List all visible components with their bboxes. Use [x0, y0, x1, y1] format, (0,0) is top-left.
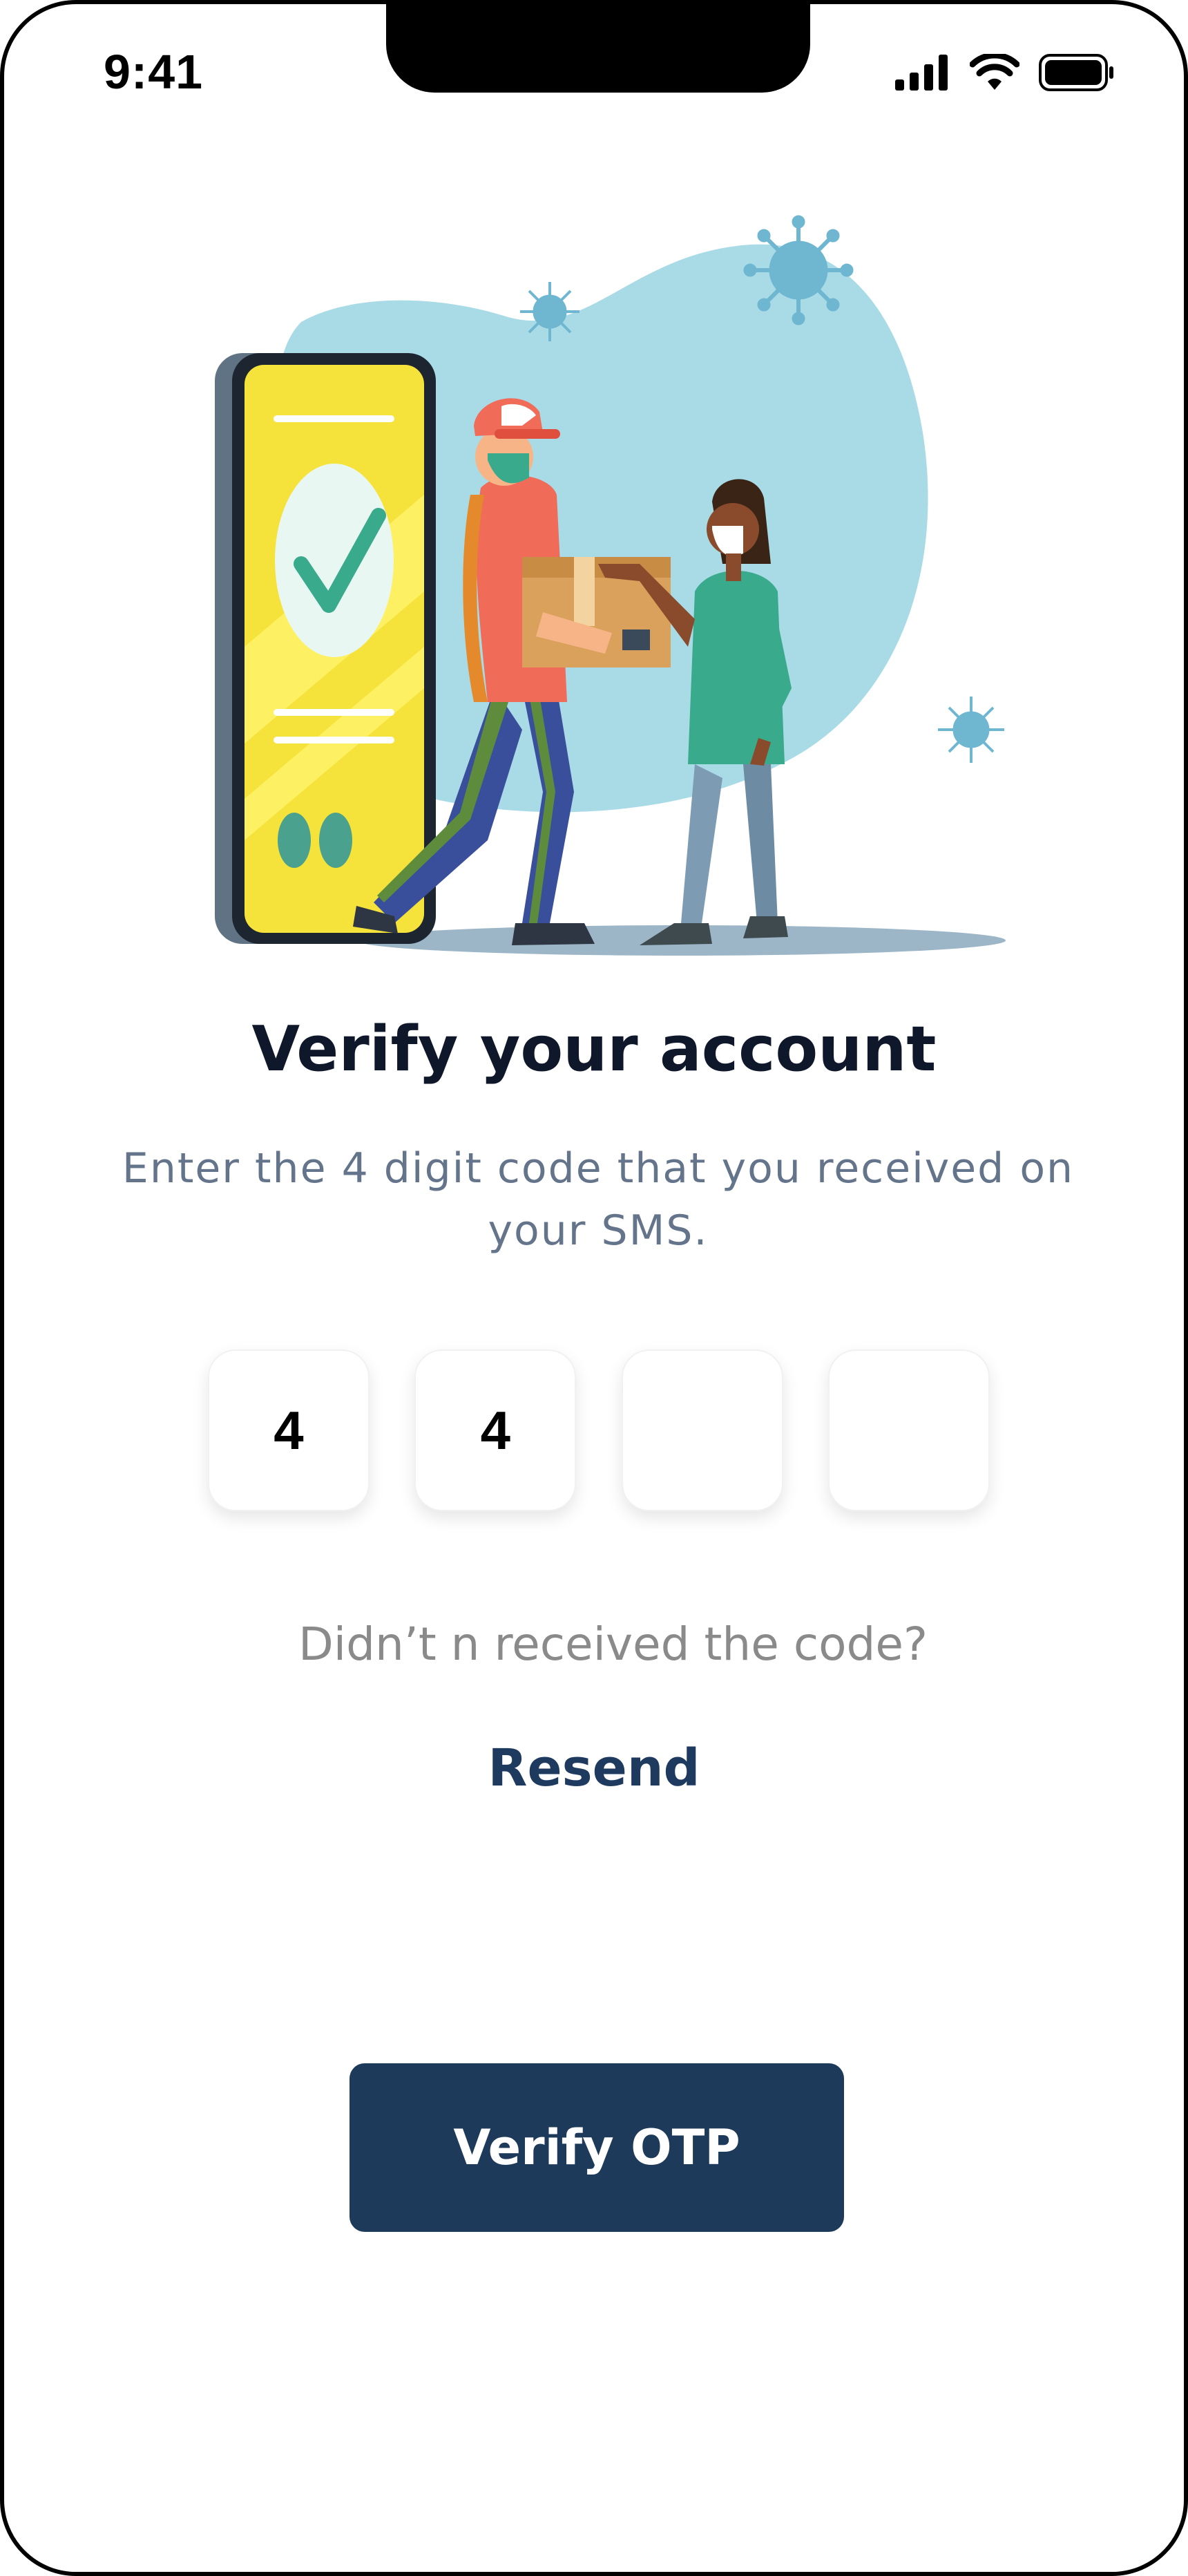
cellular-signal-icon: [895, 55, 948, 91]
phone-frame: 9:41 Verify your account Enter the 4 dig…: [0, 0, 1188, 2576]
virus-icon: [938, 697, 1004, 763]
virus-icon: [743, 215, 854, 325]
verify-otp-button[interactable]: Verify OTP: [349, 2063, 844, 2232]
page-subtitle: Enter the 4 digit code that you received…: [122, 1144, 1075, 1255]
otp-digit-2[interactable]: 4: [414, 1349, 577, 1511]
otp-digit-1[interactable]: 4: [208, 1349, 370, 1511]
otp-digit-3[interactable]: [621, 1349, 783, 1511]
battery-icon: [1039, 54, 1113, 91]
status-icons: [895, 48, 1115, 97]
resend-link[interactable]: Resend: [4, 1739, 1184, 1798]
device-notch: [386, 4, 810, 93]
resend-prompt: Didn’t n received the code?: [298, 1618, 928, 1671]
delivery-verification-illustration: [215, 215, 1006, 956]
wifi-icon: [970, 54, 1019, 90]
otp-input-group: 4 4: [208, 1349, 990, 1511]
otp-digit-4[interactable]: [827, 1349, 990, 1511]
status-time: 9:41: [104, 45, 204, 99]
page-title: Verify your account: [251, 1013, 937, 1086]
